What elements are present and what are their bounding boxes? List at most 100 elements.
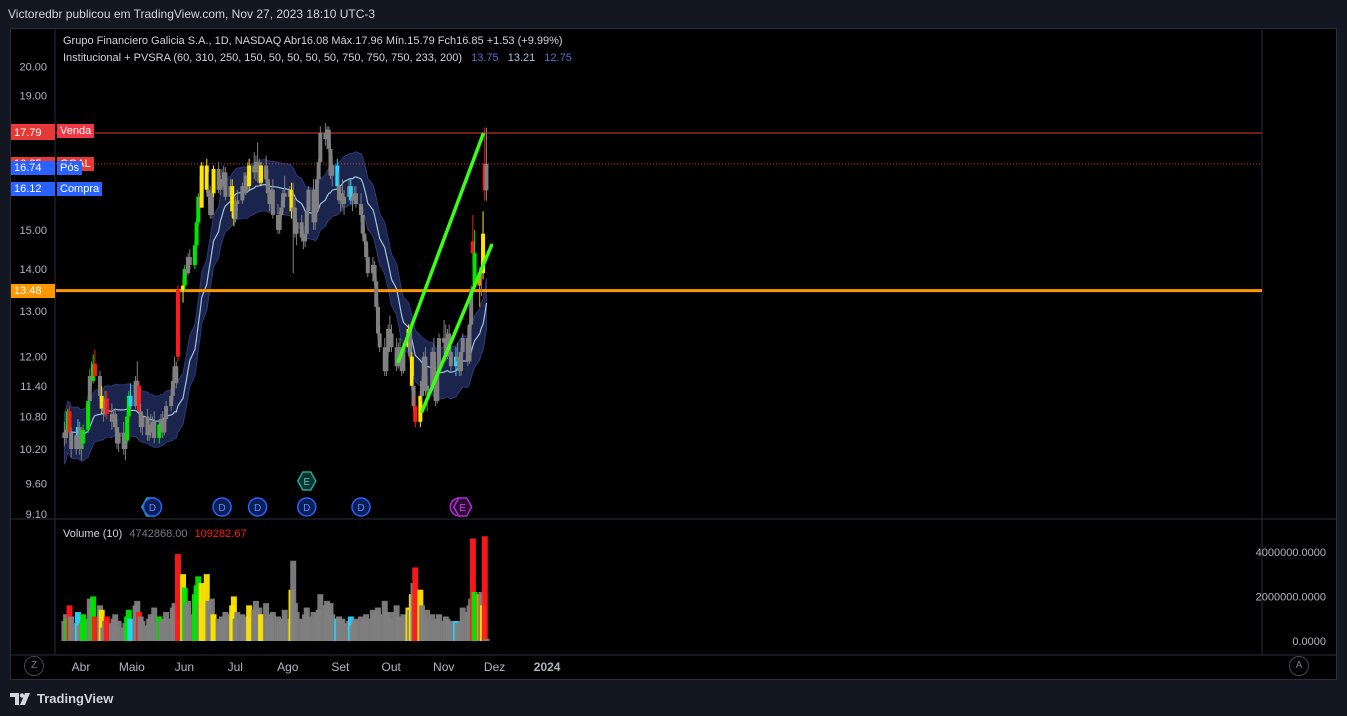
earnings-marker: E (452, 497, 473, 517)
dividend-marker: D (142, 497, 163, 517)
candle-body (377, 333, 382, 348)
candle (92, 349, 97, 379)
symbol-line: Grupo Financiero Galicia S.A., 1D, NASDA… (63, 35, 563, 47)
price-tick-label-7: 14.00 (19, 264, 47, 276)
candle-body (175, 289, 180, 357)
price-tick-label-4: 11.40 (20, 381, 47, 393)
price-tick-label-5: 12.00 (19, 352, 47, 364)
candle-body (128, 395, 133, 407)
price-tick-label-0: 9.10 (26, 509, 47, 521)
event-marker-letter: E (459, 503, 466, 514)
candle-body (460, 338, 465, 352)
candle (306, 186, 311, 215)
candle-body (164, 406, 169, 420)
price-tick-label-9: 19.00 (19, 91, 47, 103)
price-tick-label-1: 9.60 (26, 478, 47, 490)
candle-body (104, 398, 109, 414)
candle-body (247, 165, 252, 187)
price-tag-value: 17.79 (11, 125, 55, 140)
candle-body (365, 257, 370, 274)
event-marker-letter: D (149, 503, 156, 514)
candle-body (69, 432, 74, 449)
candle-body (425, 385, 430, 391)
dividend-marker: D (297, 497, 317, 517)
indicator-name: Institucional + PVSRA (60, 310, 250, 150… (63, 52, 463, 64)
candle-body (199, 165, 204, 208)
candle-body (314, 179, 319, 212)
time-label-4: Ago (277, 660, 299, 674)
candle-body (294, 222, 299, 234)
candle-body (211, 168, 216, 194)
volume-legend: Volume (10) 4742868.00 109282.67 (63, 528, 247, 540)
candle-body (306, 189, 311, 212)
price-tick-label-6: 13.00 (19, 306, 47, 318)
earnings-marker: E (296, 471, 317, 491)
candle-body (187, 257, 192, 266)
volume-bar (481, 536, 488, 641)
candle (318, 126, 323, 166)
symbol-legend: Grupo Financiero Galicia S.A., 1D, NASDA… (63, 35, 563, 47)
price-tick-label-8: 15.00 (19, 225, 47, 237)
candle-body (448, 351, 453, 367)
indicator-value-1: 13.75 (471, 52, 499, 64)
chart-canvas[interactable]: 9.10 9.60 10.20 10.80 11.40 12.00 13.00 14.00 15… (0, 0, 1347, 716)
volume-bar (483, 638, 490, 641)
z-button[interactable]: Z (24, 656, 44, 676)
time-label-1: Maio (119, 660, 145, 674)
time-label-8: Dez (484, 660, 505, 674)
candle-body (413, 406, 418, 422)
candle-body (342, 196, 347, 204)
volume-tick-label-2: 4000000.0000 (1256, 547, 1326, 559)
price-tag-value: 16.74 (11, 160, 55, 175)
price-tick-label-2: 10.20 (19, 444, 47, 456)
candle-body (223, 172, 228, 197)
a-button[interactable]: A (1289, 656, 1309, 676)
indicator-value-2: 13.21 (507, 52, 536, 64)
candle-body (140, 416, 145, 428)
time-label-3: Jul (228, 660, 243, 674)
price-tag-label: Compra (57, 182, 103, 196)
event-marker-letter: D (303, 503, 310, 514)
candle-body (318, 132, 323, 163)
price-tick-label-3: 10.80 (19, 412, 47, 424)
tradingview-brand: TradingView (37, 691, 114, 706)
indicator-value-3: 12.75 (544, 52, 572, 64)
dividend-marker: D (247, 497, 268, 517)
time-label-7: Nov (433, 660, 454, 674)
event-marker-letter: E (303, 477, 310, 488)
time-label-6: Out (382, 660, 402, 674)
candle (259, 162, 264, 187)
indicator-legend: Institucional + PVSRA (60, 310, 250, 150… (63, 52, 572, 64)
candle-body (389, 333, 394, 348)
dividend-marker: D (212, 497, 232, 517)
candle-body (174, 366, 179, 384)
candle-body (270, 189, 275, 215)
time-label-5: Set (331, 660, 350, 674)
price-tick-label-10: 20.00 (19, 61, 47, 73)
candle-body (467, 324, 472, 362)
tradingview-logo-icon (10, 692, 30, 705)
price-tag-value: 13.48 (11, 283, 55, 298)
candle-body (330, 165, 335, 176)
tradingview-logo[interactable]: TradingView (10, 691, 113, 706)
volume-tick-label-0: 0.0000 (1292, 636, 1326, 648)
candle-body (152, 421, 157, 438)
candle-body (81, 429, 86, 444)
footer: TradingView (0, 684, 1347, 716)
candle-body (259, 165, 264, 183)
time-label-2: Jun (175, 660, 194, 674)
price-tag-value: 16.12 (11, 182, 55, 196)
candle-body (116, 432, 121, 444)
candle (175, 285, 180, 362)
event-marker-letter: D (357, 503, 364, 514)
volume-value-2: 109282.67 (194, 528, 247, 540)
volume-value-1: 4742868.00 (129, 528, 188, 540)
price-tag-label: Pós (57, 160, 82, 175)
candle-body (484, 163, 489, 191)
candle-body (92, 363, 97, 376)
candle-body (235, 200, 240, 204)
candle (211, 165, 216, 197)
time-label-9: 2024 (534, 660, 561, 674)
candle-body (282, 193, 287, 197)
event-marker-letter: D (254, 503, 261, 514)
